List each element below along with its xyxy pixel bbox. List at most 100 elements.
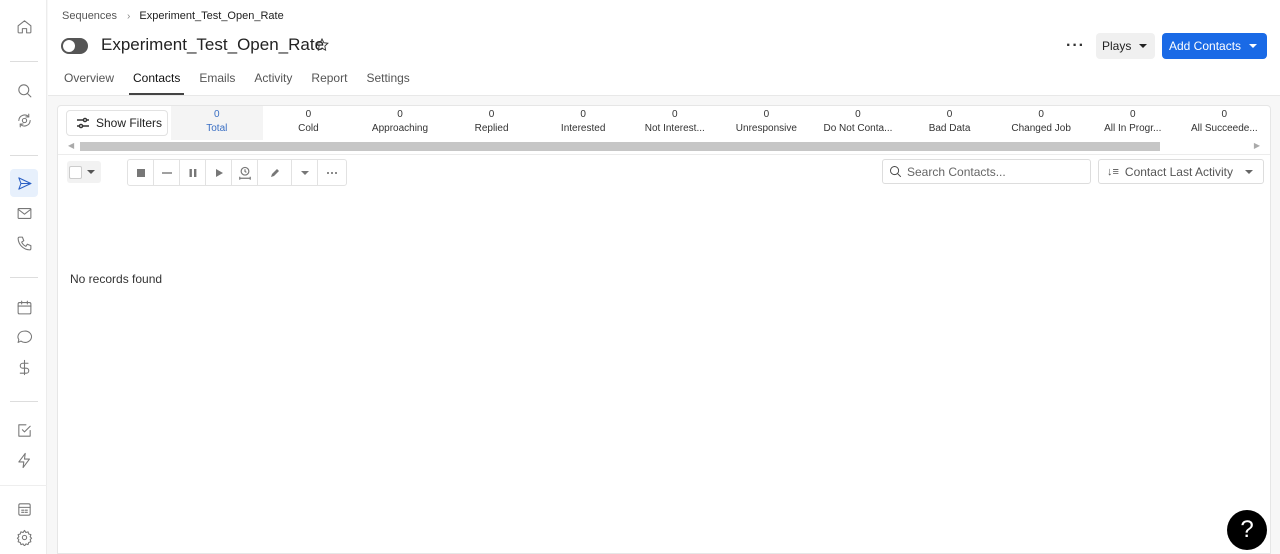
sidebar-divider	[10, 401, 38, 402]
send-icon[interactable]	[10, 169, 38, 197]
bulk-actions-toolbar	[127, 159, 347, 186]
checkbox-icon[interactable]	[12, 418, 36, 442]
stat-count: 0	[671, 109, 678, 120]
stat-do-not-contact[interactable]: 0 Do Not Conta...	[812, 106, 904, 140]
contacts-panel: Show Filters 0 Total 0 Cold 0 Approaching 0…	[57, 105, 1271, 554]
search-icon[interactable]	[12, 78, 36, 102]
sidebar-divider	[0, 485, 47, 486]
add-contacts-button[interactable]: Add Contacts	[1162, 33, 1267, 59]
tab-contacts[interactable]: Contacts	[128, 71, 185, 95]
tab-emails[interactable]: Emails	[199, 71, 235, 95]
help-button[interactable]: ?	[1227, 510, 1267, 550]
play-icon	[215, 168, 223, 177]
divider	[58, 154, 1270, 155]
filter-sliders-icon	[77, 117, 89, 129]
stat-count: 0	[1038, 109, 1044, 120]
stat-cold[interactable]: 0 Cold	[263, 106, 355, 140]
lightning-icon[interactable]	[12, 448, 36, 472]
stat-replied[interactable]: 0 Replied	[446, 106, 538, 140]
stat-not-interested[interactable]: 0 Not Interest...	[629, 106, 721, 140]
schedule-button[interactable]	[232, 160, 258, 185]
more-actions-button[interactable]	[318, 160, 346, 185]
tab-report[interactable]: Report	[311, 71, 347, 95]
sidebar-divider	[10, 155, 38, 156]
chat-icon[interactable]	[12, 325, 36, 349]
gear-icon[interactable]	[12, 525, 36, 549]
sequence-active-toggle[interactable]	[61, 38, 88, 54]
sort-dropdown[interactable]: ↓≡ Contact Last Activity	[1098, 159, 1264, 184]
stat-label: Not Interest...	[644, 123, 705, 134]
scrollbar-thumb[interactable]	[80, 142, 1160, 151]
stat-label: Changed Job	[1011, 123, 1071, 134]
search-icon	[890, 166, 902, 178]
page-header: Sequences › Experiment_Test_Open_Rate Ex…	[48, 0, 1280, 96]
breadcrumb-parent[interactable]: Sequences	[62, 10, 117, 22]
edit-button[interactable]	[258, 160, 292, 185]
add-contacts-label: Add Contacts	[1169, 39, 1242, 53]
stat-all-succeeded[interactable]: 0 All Succeede...	[1179, 106, 1271, 140]
sidebar-divider	[10, 61, 38, 62]
scroll-right-icon[interactable]: ▶	[1254, 141, 1260, 150]
stop-icon	[136, 168, 145, 177]
page-title: Experiment_Test_Open_Rate	[101, 35, 325, 54]
stat-label: Approaching	[371, 123, 429, 134]
empty-state-message: No records found	[70, 272, 163, 286]
stat-changed-job[interactable]: 0 Changed Job	[995, 106, 1087, 140]
stat-count: 0	[1129, 109, 1136, 120]
tab-settings[interactable]: Settings	[366, 71, 409, 95]
pause-icon	[189, 168, 196, 177]
remove-button[interactable]	[154, 160, 180, 185]
table-icon[interactable]	[12, 497, 36, 521]
stat-label: Replied	[474, 123, 509, 134]
caret-down-icon	[1249, 44, 1258, 48]
dollar-icon[interactable]	[12, 355, 36, 379]
search-contacts-field[interactable]	[882, 159, 1091, 184]
select-all-dropdown[interactable]	[67, 161, 101, 183]
stat-label: Unresponsive	[735, 123, 797, 134]
scroll-left-icon[interactable]: ◀	[68, 141, 74, 150]
caret-down-icon	[1244, 169, 1253, 174]
stat-bad-data[interactable]: 0 Bad Data	[904, 106, 996, 140]
stat-count: 0	[305, 109, 312, 120]
stat-total[interactable]: 0 Total	[171, 106, 263, 140]
tab-activity[interactable]: Activity	[254, 71, 292, 95]
caret-down-icon	[1139, 44, 1148, 48]
breadcrumb-current: Experiment_Test_Open_Rate	[139, 10, 284, 22]
sync-icon[interactable]	[12, 108, 36, 132]
search-contacts-input[interactable]	[907, 164, 1077, 179]
pencil-icon	[270, 168, 279, 177]
plays-button[interactable]: Plays	[1096, 33, 1155, 59]
plays-label: Plays	[1102, 39, 1132, 53]
stat-approaching[interactable]: 0 Approaching	[354, 106, 446, 140]
calendar-icon[interactable]	[12, 295, 36, 319]
minus-icon	[161, 171, 172, 174]
sort-icon: ↓≡	[1107, 165, 1119, 178]
pause-button[interactable]	[180, 160, 206, 185]
play-button[interactable]	[206, 160, 232, 185]
stat-count: 0	[1221, 109, 1228, 120]
show-filters-button[interactable]: Show Filters	[66, 110, 168, 136]
edit-dropdown-button[interactable]	[292, 160, 318, 185]
horizontal-scrollbar[interactable]: ◀ ▶	[58, 140, 1270, 153]
star-icon[interactable]	[314, 37, 330, 53]
phone-icon[interactable]	[12, 231, 36, 255]
stop-button[interactable]	[128, 160, 154, 185]
stat-label: Interested	[560, 123, 606, 134]
stat-count: 0	[855, 109, 861, 120]
breadcrumb: Sequences › Experiment_Test_Open_Rate	[62, 10, 284, 22]
stat-interested[interactable]: 0 Interested	[537, 106, 629, 140]
tab-overview[interactable]: Overview	[64, 71, 114, 95]
sidebar-divider	[10, 277, 38, 278]
home-icon[interactable]	[12, 14, 36, 38]
mail-icon[interactable]	[12, 201, 36, 225]
stat-all-in-progress[interactable]: 0 All In Progr...	[1087, 106, 1179, 140]
caret-down-icon	[300, 170, 309, 175]
stat-count: 0	[397, 109, 403, 120]
stat-label: Bad Data	[928, 123, 971, 134]
sort-label: Contact Last Activity	[1124, 164, 1233, 179]
select-all-checkbox[interactable]	[69, 165, 82, 179]
stat-unresponsive[interactable]: 0 Unresponsive	[721, 106, 813, 140]
more-icon	[327, 171, 337, 174]
more-options-button[interactable]: ···	[1066, 37, 1085, 55]
stat-count: 0	[946, 109, 953, 120]
